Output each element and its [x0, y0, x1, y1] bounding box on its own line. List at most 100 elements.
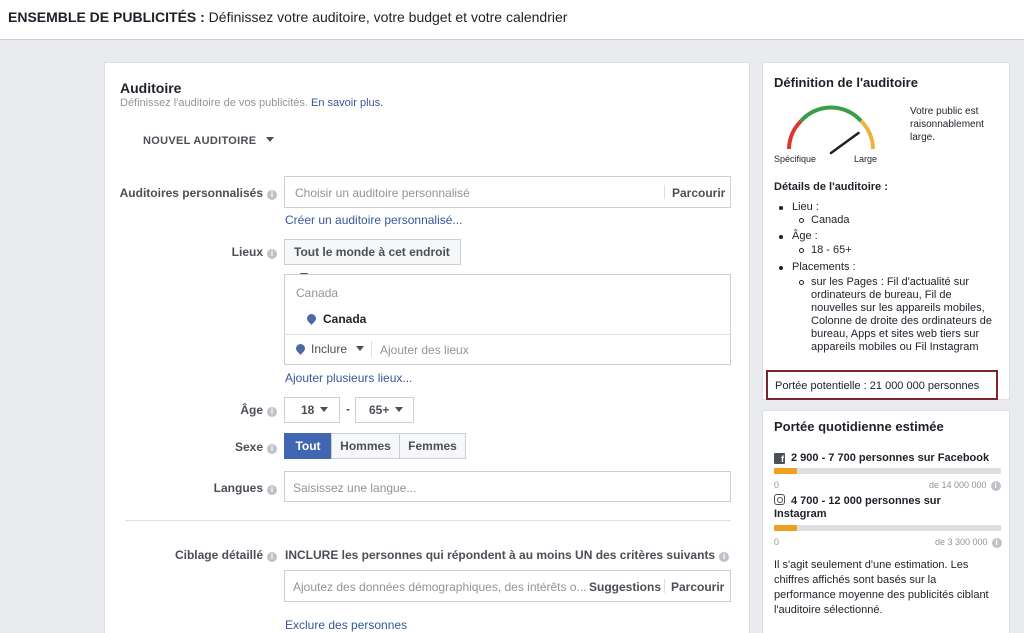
list-bullet	[779, 206, 783, 210]
suggestions-button[interactable]: Suggestions	[589, 580, 661, 594]
gauge-text-line: raisonnablement	[910, 119, 984, 130]
detailed-browse-button[interactable]: Parcourir	[671, 580, 724, 594]
list-sub-bullet	[799, 248, 804, 253]
info-icon[interactable]: i	[267, 249, 277, 259]
instagram-reach-max: de 3 300 000 i	[935, 537, 1002, 548]
detail-location-label: Lieu :	[792, 201, 819, 213]
gender-all-button[interactable]: Tout	[284, 433, 332, 459]
instagram-reach-text-2: Instagram	[774, 508, 827, 520]
placements-line: nouvelles sur les appareils mobiles,	[811, 302, 985, 314]
facebook-icon: f	[774, 453, 785, 464]
gender-women-button[interactable]: Femmes	[399, 433, 466, 459]
potential-reach-box: Portée potentielle : 21 000 000 personne…	[766, 370, 998, 400]
selected-location-text: Canada	[323, 312, 367, 326]
custom-audience-placeholder: Choisir un auditoire personnalisé	[295, 186, 470, 200]
page-title-rest: Définissez votre auditoire, votre budget…	[204, 9, 568, 25]
custom-audience-input[interactable]: Choisir un auditoire personnalisé Parcou…	[284, 176, 731, 208]
age-max-select[interactable]: 65+	[355, 397, 414, 423]
chevron-down-icon	[356, 346, 365, 351]
placements-line: ordinateurs de bureau, Fil de	[811, 289, 952, 301]
detailed-targeting-label-text: Ciblage détaillé	[174, 548, 263, 562]
info-icon[interactable]: i	[991, 538, 1002, 548]
location-scope-value: Tout le monde à cet endroit	[294, 245, 450, 259]
custom-audiences-label-text: Auditoires personnalisés	[119, 186, 263, 200]
facebook-reach-bar	[774, 468, 1001, 474]
info-icon[interactable]: i	[267, 444, 277, 454]
info-icon[interactable]: i	[267, 552, 277, 562]
detail-location-value: Canada	[811, 214, 850, 226]
exclude-people-link[interactable]: Exclure des personnes	[285, 618, 407, 632]
list-bullet	[779, 266, 783, 270]
gauge-description: Votre public est raisonnablement large.	[910, 105, 984, 144]
facebook-reach: f 2 900 - 7 700 personnes sur Facebook	[774, 452, 989, 465]
add-multiple-locations-link[interactable]: Ajouter plusieurs lieux...	[285, 371, 412, 385]
custom-audiences-label: Auditoires personnalisés i	[105, 186, 277, 200]
gender-label-text: Sexe	[234, 440, 263, 454]
placements-line: Colonne de droite des ordinateurs de	[811, 315, 993, 327]
divider	[285, 334, 730, 335]
instagram-reach: 4 700 - 12 000 personnes sur Instagram	[774, 494, 941, 521]
gauge-yellow-segment	[859, 119, 875, 150]
instagram-reach-max-text: de 3 300 000	[935, 537, 988, 547]
selected-location: Canada	[305, 312, 367, 326]
info-icon[interactable]: i	[267, 485, 277, 495]
languages-label: Langues i	[105, 481, 277, 495]
note-line: chiffres affichés sont basés sur la	[774, 574, 937, 586]
info-icon[interactable]: i	[990, 481, 1001, 491]
page-title-bold: ENSEMBLE DE PUBLICITÉS :	[8, 9, 205, 25]
gauge-text-line: large.	[910, 132, 936, 143]
page-header: ENSEMBLE DE PUBLICITÉS : Définissez votr…	[0, 0, 1024, 40]
instagram-reach-bar	[774, 525, 1001, 531]
chevron-down-icon	[266, 137, 275, 142]
list-sub-bullet	[799, 280, 804, 285]
note-line: l'auditoire sélectionné.	[774, 604, 883, 616]
divider	[664, 185, 665, 199]
placements-line: appareils mobiles ou Fil Instagram	[811, 341, 979, 353]
location-pin-icon	[294, 342, 307, 355]
info-icon[interactable]: i	[267, 407, 277, 417]
locations-label-text: Lieux	[231, 245, 263, 259]
estimate-note: Il s'agit seulement d'une estimation. Le…	[774, 558, 989, 618]
gauge-green-segment	[799, 105, 863, 123]
detail-placements-value: sur les Pages : Fil d'actualité sur ordi…	[811, 276, 992, 354]
instagram-reach-text: 4 700 - 12 000 personnes sur	[791, 495, 941, 507]
languages-input[interactable]: Saisissez une langue...	[284, 471, 731, 502]
info-icon[interactable]: i	[719, 552, 730, 562]
instagram-icon	[774, 494, 785, 505]
detailed-include-text: INCLURE les personnes qui répondent à au…	[285, 548, 716, 562]
audience-title: Auditoire	[120, 80, 182, 96]
list-sub-bullet	[799, 218, 804, 223]
age-label: Âge i	[105, 403, 277, 417]
include-label: Inclure	[311, 342, 348, 356]
gauge-red-segment	[787, 119, 803, 150]
divider	[371, 341, 372, 357]
include-dropdown[interactable]: Inclure	[294, 342, 365, 356]
new-audience-dropdown[interactable]: NOUVEL AUDITOIRE	[143, 135, 275, 147]
detailed-targeting-placeholder: Ajoutez des données démographiques, des …	[293, 580, 587, 594]
age-max-value: 65+	[369, 403, 390, 417]
age-min-select[interactable]: 18	[284, 397, 340, 423]
facebook-reach-max-text: de 14 000 000	[929, 480, 987, 490]
note-line: Il s'agit seulement d'une estimation. Le…	[774, 559, 969, 571]
audience-panel: Auditoire Définissez l'auditoire de vos …	[104, 62, 750, 633]
gender-men-button[interactable]: Hommes	[331, 433, 400, 459]
learn-more-link[interactable]: En savoir plus.	[311, 97, 383, 109]
languages-label-text: Langues	[213, 481, 263, 495]
potential-reach-text: Portée potentielle : 21 000 000 personne…	[775, 380, 980, 392]
audience-definition-title: Définition de l'auditoire	[774, 75, 918, 90]
daily-reach-panel: Portée quotidienne estimée f 2 900 - 7 70…	[762, 410, 1010, 633]
detailed-targeting-input[interactable]: Ajoutez des données démographiques, des …	[284, 570, 731, 602]
section-divider	[125, 520, 731, 521]
info-icon[interactable]: i	[267, 190, 277, 200]
gender-label: Sexe i	[105, 440, 277, 454]
location-scope-select[interactable]: Tout le monde à cet endroit	[284, 239, 461, 278]
gauge-text-line: Votre public est	[910, 106, 979, 117]
custom-audience-browse-button[interactable]: Parcourir	[672, 186, 725, 200]
gauge-right-label: Large	[854, 154, 878, 164]
add-location-input[interactable]: Ajouter des lieux	[380, 343, 469, 357]
page-title: ENSEMBLE DE PUBLICITÉS : Définissez votr…	[8, 9, 567, 25]
locations-label: Lieux i	[105, 245, 277, 259]
age-range-dash: -	[346, 402, 350, 416]
placements-line: bureau, Apps et sites web tiers sur	[811, 328, 980, 340]
create-custom-audience-link[interactable]: Créer un auditoire personnalisé...	[285, 213, 462, 227]
